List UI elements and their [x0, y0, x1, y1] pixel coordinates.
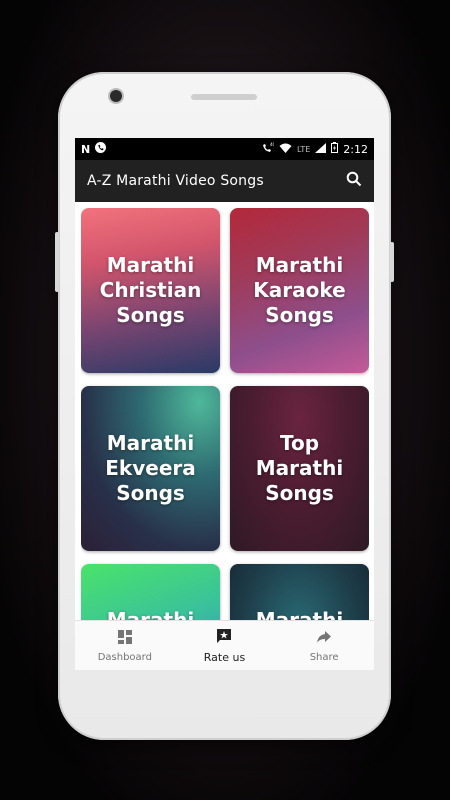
category-card[interactable]: Marathi Karaoke Songs [230, 208, 369, 373]
category-card[interactable]: Marathi Ekveera Songs [81, 386, 220, 551]
signal-icon [315, 142, 327, 156]
front-camera [110, 90, 122, 102]
status-time: 2:12 [343, 142, 368, 156]
app-screen: N 4G LTE 2:12 [75, 138, 374, 670]
category-card[interactable]: Marathi Christian Songs [81, 208, 220, 373]
earpiece-speaker [191, 94, 257, 100]
category-grid: Marathi Christian Songs Marathi Karaoke … [81, 208, 369, 621]
rate-icon [216, 628, 232, 648]
category-card[interactable]: Marathi [81, 564, 220, 621]
phone-call-icon [95, 142, 107, 156]
nav-label: Share [309, 651, 339, 663]
app-toolbar: A-Z Marathi Video Songs [75, 160, 374, 202]
volume-button [55, 232, 59, 292]
share-icon [316, 629, 332, 649]
card-label: Marathi Ekveera Songs [105, 431, 196, 505]
wifi-icon [279, 143, 292, 156]
dashboard-icon [117, 629, 133, 649]
phone-chin [58, 672, 391, 740]
status-left-icons: N [81, 142, 107, 156]
nav-label: Rate us [203, 650, 246, 664]
phone-frame: N 4G LTE 2:12 [55, 72, 394, 740]
status-right-icons: 4G LTE 2:12 [262, 142, 368, 156]
nfc-icon: N [81, 142, 91, 156]
category-card[interactable]: Marathi [230, 564, 369, 621]
card-label: Marathi Karaoke Songs [253, 253, 346, 327]
search-icon[interactable] [346, 171, 362, 191]
svg-text:4G: 4G [270, 142, 274, 147]
network-type-label: LTE [297, 144, 311, 154]
nav-dashboard[interactable]: Dashboard [80, 629, 170, 663]
power-button [390, 242, 394, 282]
nav-label: Dashboard [97, 651, 152, 663]
bottom-navigation: Dashboard Rate us Share [75, 620, 374, 670]
call-wifi-icon: 4G [262, 142, 276, 156]
nav-rate-us[interactable]: Rate us [179, 628, 269, 664]
nav-share[interactable]: Share [279, 629, 369, 663]
app-title: A-Z Marathi Video Songs [87, 173, 264, 189]
status-bar: N 4G LTE 2:12 [75, 138, 374, 160]
battery-icon [331, 142, 339, 156]
card-label: Marathi Christian Songs [99, 253, 202, 327]
category-card[interactable]: Top Marathi Songs [230, 386, 369, 551]
card-label: Top Marathi Songs [255, 431, 344, 505]
